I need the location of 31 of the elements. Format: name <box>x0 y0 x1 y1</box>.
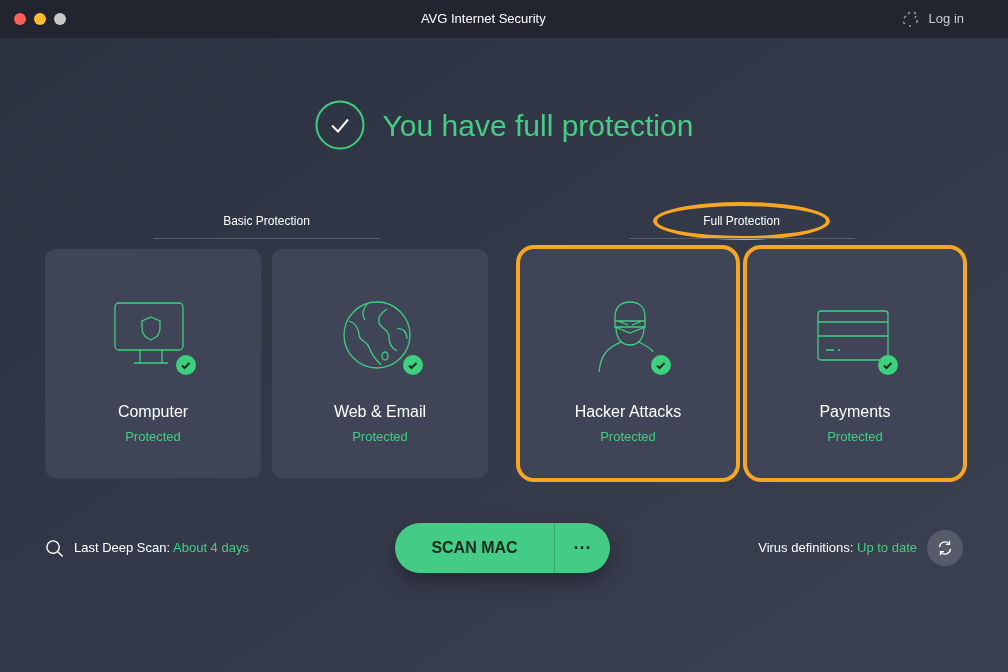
check-badge-icon <box>403 355 423 375</box>
minimize-window-button[interactable] <box>34 13 46 25</box>
close-window-button[interactable] <box>14 13 26 25</box>
card-title: Computer <box>117 402 189 422</box>
scan-value: About 4 days <box>173 540 249 556</box>
refresh-button[interactable] <box>927 530 963 566</box>
scan-label: Last Deep Scan: <box>74 540 171 556</box>
window-title: AVG Internet Security <box>420 10 546 29</box>
check-badge-icon <box>176 355 196 375</box>
more-options-button[interactable]: ··· <box>555 523 610 573</box>
card-title: Web & Email <box>333 402 427 422</box>
refresh-icon <box>936 539 954 557</box>
check-badge-icon <box>651 355 671 375</box>
login-button[interactable]: Log in <box>900 9 964 29</box>
group-heading: Basic Protection <box>222 213 311 230</box>
card-title: Payments <box>819 402 891 422</box>
check-circle-icon <box>314 100 365 150</box>
card-title: Hacker Attacks <box>574 402 682 422</box>
card-status: Protected <box>352 428 408 446</box>
check-badge-icon <box>878 355 898 375</box>
definitions-label: Virus definitions: <box>758 540 854 556</box>
zoom-window-button[interactable] <box>54 13 66 25</box>
card-status: Protected <box>600 428 656 446</box>
protection-headline: You have full protection <box>382 107 694 144</box>
card-status: Protected <box>125 428 181 446</box>
protection-card[interactable]: Computer Protected <box>45 249 261 478</box>
definitions-value: Up to date <box>857 540 917 556</box>
card-status: Protected <box>827 428 883 446</box>
scan-button[interactable]: SCAN MAC <box>395 523 555 573</box>
protection-card[interactable]: Web & Email Protected <box>272 249 488 478</box>
search-icon <box>45 538 64 558</box>
